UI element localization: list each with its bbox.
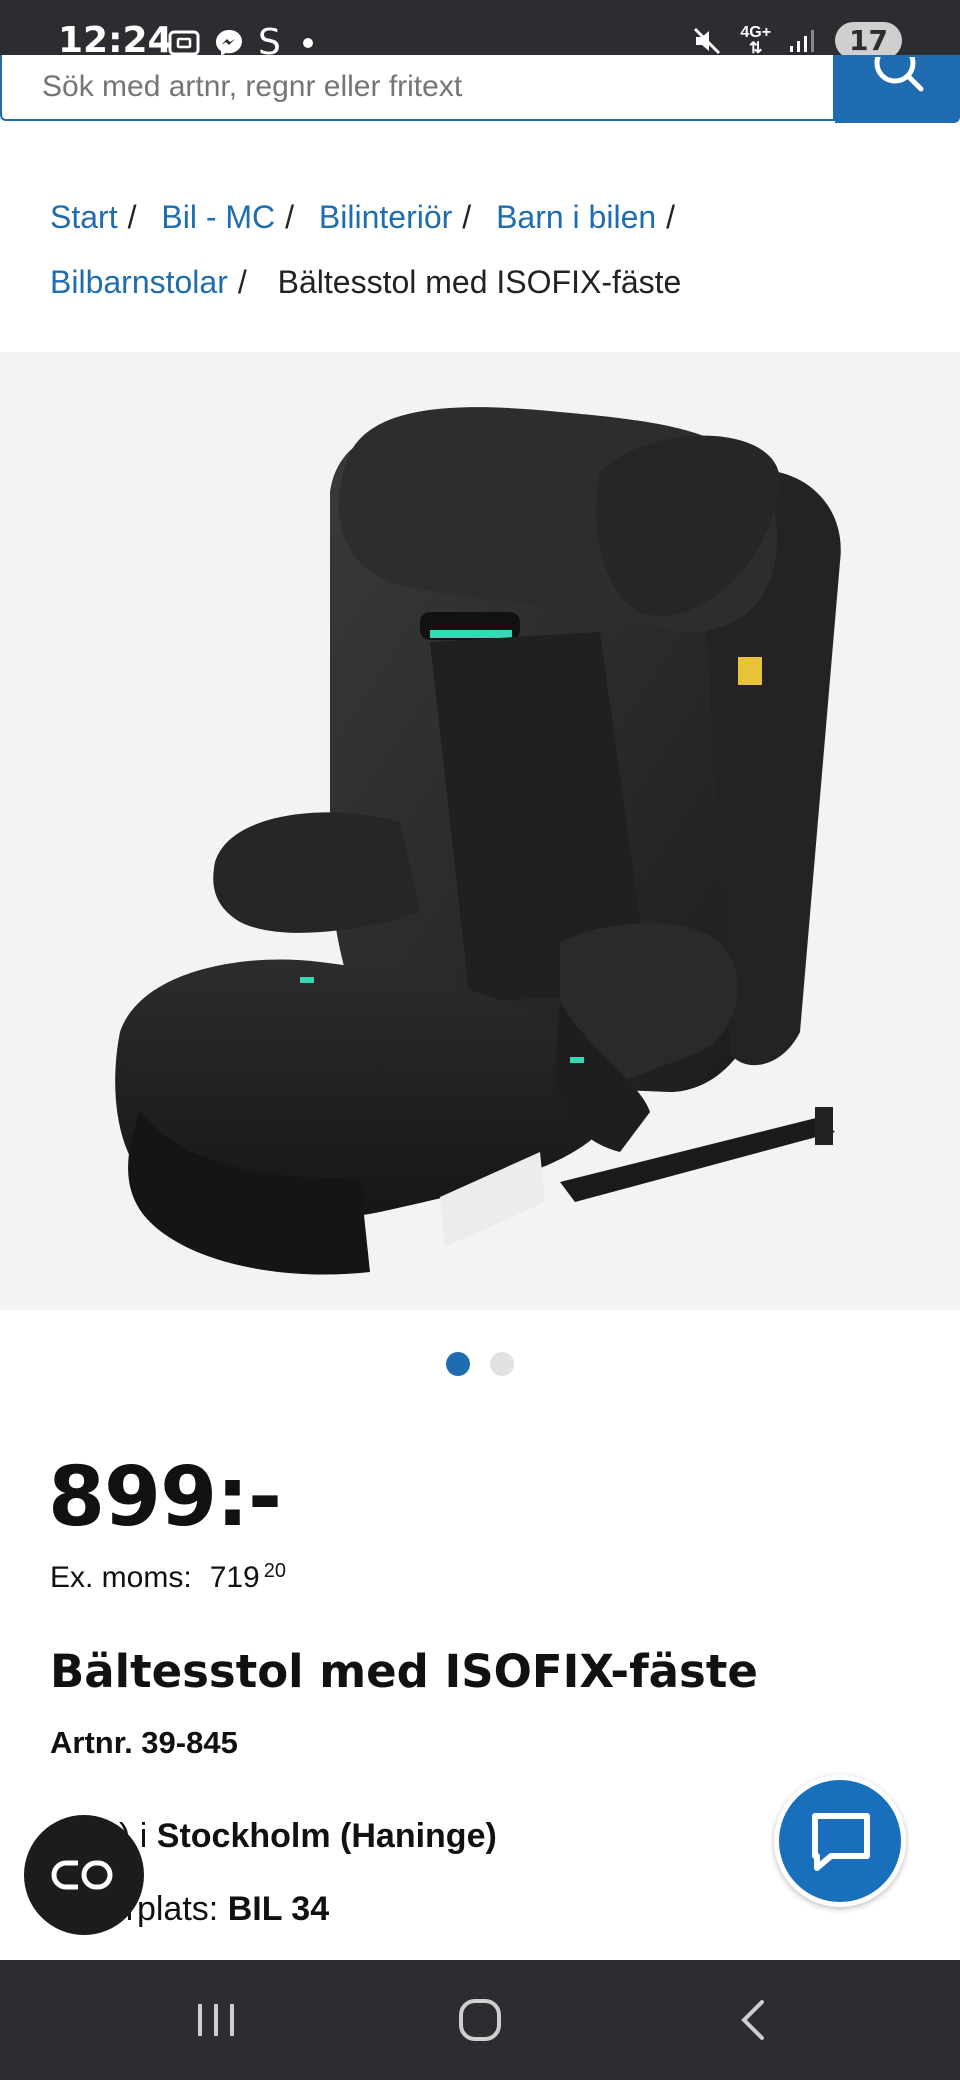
home-icon[interactable] bbox=[458, 1998, 502, 2042]
chat-button[interactable] bbox=[774, 1775, 906, 1907]
ex-moms-label: Ex. moms: bbox=[50, 1561, 192, 1594]
search-icon bbox=[874, 57, 924, 92]
search-bar bbox=[0, 55, 960, 125]
back-icon[interactable] bbox=[738, 1998, 768, 2042]
breadcrumb-link-bil-mc[interactable]: Bil - MC bbox=[161, 199, 275, 235]
ex-moms-value: 719 bbox=[209, 1561, 260, 1594]
ex-moms-price: Ex. moms: 719 20 bbox=[50, 1560, 286, 1595]
carousel-dots bbox=[0, 1352, 960, 1382]
system-nav-bar bbox=[0, 1960, 960, 2080]
chat-icon bbox=[812, 1813, 870, 1871]
breadcrumb-separator: / bbox=[462, 199, 472, 235]
product-title: Bältesstol med ISOFIX-fäste bbox=[50, 1645, 758, 1698]
breadcrumb-link-bilinterior[interactable]: Bilinteriör bbox=[319, 199, 452, 235]
breadcrumb-separator: / bbox=[237, 264, 247, 300]
stock-store[interactable]: Stockholm (Haninge) bbox=[157, 1817, 497, 1855]
product-image bbox=[115, 407, 841, 1275]
co-floating-button[interactable] bbox=[24, 1815, 144, 1935]
breadcrumb-current: Bältesstol med ISOFIX-fäste bbox=[277, 264, 682, 300]
carousel-dot-1[interactable] bbox=[446, 1352, 470, 1376]
breadcrumb-separator: / bbox=[285, 199, 295, 235]
breadcrumb-link-bilbarnstolar[interactable]: Bilbarnstolar bbox=[50, 264, 228, 300]
notification-dot-icon bbox=[302, 37, 313, 48]
network-label: 4G+ bbox=[740, 23, 772, 41]
search-input[interactable] bbox=[0, 55, 835, 121]
carousel-dot-2[interactable] bbox=[490, 1352, 514, 1376]
recents-icon[interactable] bbox=[195, 2000, 237, 2040]
screenshot-icon bbox=[168, 30, 200, 55]
product-price: 899:- bbox=[48, 1450, 282, 1545]
product-image-carousel[interactable] bbox=[0, 352, 960, 1310]
location-value: BIL 34 bbox=[227, 1890, 330, 1928]
ex-moms-decimals: 20 bbox=[263, 1560, 286, 1582]
signal-icon bbox=[790, 29, 815, 52]
status-right: 4G+ ⇅ 17 bbox=[692, 22, 902, 59]
search-button[interactable] bbox=[835, 55, 960, 123]
breadcrumb-link-start[interactable]: Start bbox=[50, 199, 118, 235]
battery-indicator: 17 bbox=[835, 22, 902, 59]
breadcrumb-link-barn-i-bilen[interactable]: Barn i bilen bbox=[496, 199, 656, 235]
messenger-icon bbox=[216, 29, 242, 56]
co-logo-icon bbox=[51, 1860, 113, 1890]
breadcrumb: Start / Bil - MC / Bilinteriör / Barn i bil… bbox=[50, 185, 930, 315]
network-indicator: 4G+ ⇅ bbox=[740, 23, 772, 57]
breadcrumb-separator: / bbox=[127, 199, 137, 235]
article-number: Artnr. 39-845 bbox=[50, 1725, 238, 1760]
mute-icon bbox=[694, 27, 721, 54]
breadcrumb-separator: / bbox=[666, 199, 676, 235]
